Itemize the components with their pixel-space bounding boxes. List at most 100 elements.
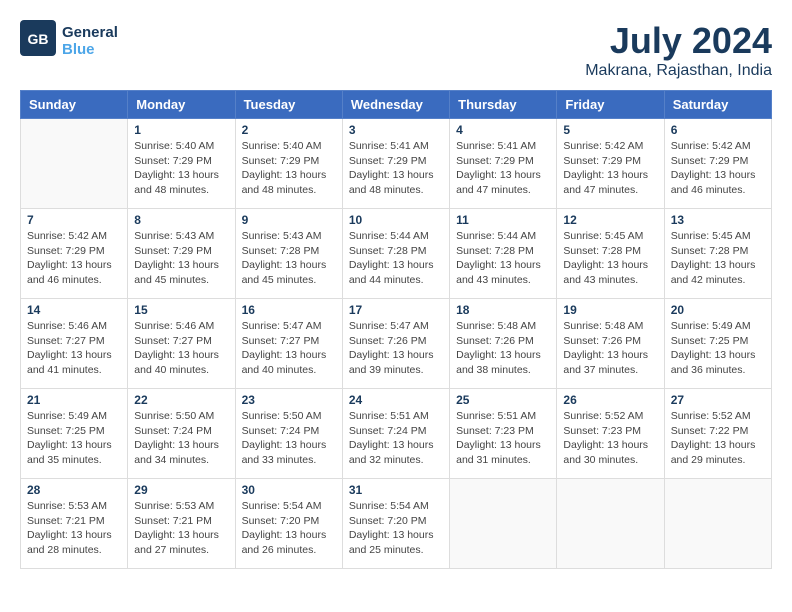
calendar-cell: 1 Sunrise: 5:40 AM Sunset: 7:29 PM Daylig… [128, 119, 235, 209]
calendar-cell: 6Sunrise: 5:42 AM Sunset: 7:29 PM Daylig… [664, 119, 771, 209]
day-number: 22 [134, 393, 228, 407]
day-number: 31 [349, 483, 443, 497]
calendar-cell [557, 479, 664, 569]
day-number: 18 [456, 303, 550, 317]
calendar-cell: 29 Sunrise: 5:53 AM Sunset: 7:21 PM Dayli… [128, 479, 235, 569]
day-number: 24 [349, 393, 443, 407]
day-number: 26 [563, 393, 657, 407]
day-detail: Sunrise: 5:54 AM Sunset: 7:20 PM Dayligh… [242, 499, 336, 558]
calendar-cell: 14 Sunrise: 5:46 AM Sunset: 7:27 PM Dayli… [21, 299, 128, 389]
calendar-cell: 5 Sunrise: 5:42 AM Sunset: 7:29 PM Daylig… [557, 119, 664, 209]
col-header-wednesday: Wednesday [342, 91, 449, 119]
calendar-cell: 12 Sunrise: 5:45 AM Sunset: 7:28 PM Dayli… [557, 209, 664, 299]
day-number: 11 [456, 213, 550, 227]
col-header-monday: Monday [128, 91, 235, 119]
calendar-title: July 2024 [585, 20, 772, 62]
calendar-cell: 31 Sunrise: 5:54 AM Sunset: 7:20 PM Dayli… [342, 479, 449, 569]
day-detail: Sunrise: 5:54 AM Sunset: 7:20 PM Dayligh… [349, 499, 443, 558]
calendar-subtitle: Makrana, Rajasthan, India [585, 62, 772, 80]
day-number: 3 [349, 123, 443, 137]
calendar-cell: 3 Sunrise: 5:41 AM Sunset: 7:29 PM Daylig… [342, 119, 449, 209]
day-detail: Sunrise: 5:41 AM Sunset: 7:29 PM Dayligh… [349, 139, 443, 198]
calendar-table: SundayMondayTuesdayWednesdayThursdayFrid… [20, 90, 772, 569]
day-detail: Sunrise: 5:53 AM Sunset: 7:21 PM Dayligh… [27, 499, 121, 558]
day-detail: Sunrise: 5:44 AM Sunset: 7:28 PM Dayligh… [349, 229, 443, 288]
calendar-cell: 2 Sunrise: 5:40 AM Sunset: 7:29 PM Daylig… [235, 119, 342, 209]
day-number: 28 [27, 483, 121, 497]
day-number: 1 [134, 123, 228, 137]
day-number: 2 [242, 123, 336, 137]
day-detail: Sunrise: 5:52 AM Sunset: 7:22 PM Dayligh… [671, 409, 765, 468]
day-detail: Sunrise: 5:40 AM Sunset: 7:29 PM Dayligh… [242, 139, 336, 198]
day-number: 10 [349, 213, 443, 227]
day-number: 23 [242, 393, 336, 407]
day-detail: Sunrise: 5:49 AM Sunset: 7:25 PM Dayligh… [671, 319, 765, 378]
week-row-5: 28 Sunrise: 5:53 AM Sunset: 7:21 PM Dayli… [21, 479, 772, 569]
calendar-cell: 9Sunrise: 5:43 AM Sunset: 7:28 PM Daylig… [235, 209, 342, 299]
day-number: 29 [134, 483, 228, 497]
calendar-cell: 4Sunrise: 5:41 AM Sunset: 7:29 PM Daylig… [450, 119, 557, 209]
week-row-1: 1 Sunrise: 5:40 AM Sunset: 7:29 PM Daylig… [21, 119, 772, 209]
calendar-cell: 25 Sunrise: 5:51 AM Sunset: 7:23 PM Dayli… [450, 389, 557, 479]
calendar-cell: 23Sunrise: 5:50 AM Sunset: 7:24 PM Dayli… [235, 389, 342, 479]
calendar-cell [450, 479, 557, 569]
day-detail: Sunrise: 5:45 AM Sunset: 7:28 PM Dayligh… [563, 229, 657, 288]
calendar-cell: 27Sunrise: 5:52 AM Sunset: 7:22 PM Dayli… [664, 389, 771, 479]
calendar-header-row: SundayMondayTuesdayWednesdayThursdayFrid… [21, 91, 772, 119]
day-detail: Sunrise: 5:40 AM Sunset: 7:29 PM Dayligh… [134, 139, 228, 198]
day-detail: Sunrise: 5:46 AM Sunset: 7:27 PM Dayligh… [27, 319, 121, 378]
week-row-3: 14 Sunrise: 5:46 AM Sunset: 7:27 PM Dayli… [21, 299, 772, 389]
day-detail: Sunrise: 5:52 AM Sunset: 7:23 PM Dayligh… [563, 409, 657, 468]
calendar-cell: 15 Sunrise: 5:46 AM Sunset: 7:27 PM Dayli… [128, 299, 235, 389]
day-number: 13 [671, 213, 765, 227]
calendar-cell: 26 Sunrise: 5:52 AM Sunset: 7:23 PM Dayli… [557, 389, 664, 479]
day-detail: Sunrise: 5:49 AM Sunset: 7:25 PM Dayligh… [27, 409, 121, 468]
col-header-tuesday: Tuesday [235, 91, 342, 119]
calendar-cell: 8Sunrise: 5:43 AM Sunset: 7:29 PM Daylig… [128, 209, 235, 299]
day-detail: Sunrise: 5:47 AM Sunset: 7:26 PM Dayligh… [349, 319, 443, 378]
week-row-4: 21 Sunrise: 5:49 AM Sunset: 7:25 PM Dayli… [21, 389, 772, 479]
day-detail: Sunrise: 5:51 AM Sunset: 7:24 PM Dayligh… [349, 409, 443, 468]
day-number: 25 [456, 393, 550, 407]
week-row-2: 7 Sunrise: 5:42 AM Sunset: 7:29 PM Daylig… [21, 209, 772, 299]
calendar-cell: 17 Sunrise: 5:47 AM Sunset: 7:26 PM Dayli… [342, 299, 449, 389]
col-header-thursday: Thursday [450, 91, 557, 119]
day-detail: Sunrise: 5:51 AM Sunset: 7:23 PM Dayligh… [456, 409, 550, 468]
day-number: 14 [27, 303, 121, 317]
day-number: 19 [563, 303, 657, 317]
calendar-cell: 10 Sunrise: 5:44 AM Sunset: 7:28 PM Dayli… [342, 209, 449, 299]
day-number: 15 [134, 303, 228, 317]
day-detail: Sunrise: 5:53 AM Sunset: 7:21 PM Dayligh… [134, 499, 228, 558]
day-number: 17 [349, 303, 443, 317]
day-number: 5 [563, 123, 657, 137]
col-header-friday: Friday [557, 91, 664, 119]
day-detail: Sunrise: 5:47 AM Sunset: 7:27 PM Dayligh… [242, 319, 336, 378]
day-detail: Sunrise: 5:41 AM Sunset: 7:29 PM Dayligh… [456, 139, 550, 198]
col-header-saturday: Saturday [664, 91, 771, 119]
day-number: 8 [134, 213, 228, 227]
calendar-cell: 28 Sunrise: 5:53 AM Sunset: 7:21 PM Dayli… [21, 479, 128, 569]
title-block: July 2024 Makrana, Rajasthan, India [585, 20, 772, 80]
calendar-cell: 18 Sunrise: 5:48 AM Sunset: 7:26 PM Dayli… [450, 299, 557, 389]
calendar-cell [664, 479, 771, 569]
calendar-cell: 22Sunrise: 5:50 AM Sunset: 7:24 PM Dayli… [128, 389, 235, 479]
day-number: 20 [671, 303, 765, 317]
day-detail: Sunrise: 5:42 AM Sunset: 7:29 PM Dayligh… [27, 229, 121, 288]
day-detail: Sunrise: 5:48 AM Sunset: 7:26 PM Dayligh… [563, 319, 657, 378]
day-detail: Sunrise: 5:46 AM Sunset: 7:27 PM Dayligh… [134, 319, 228, 378]
day-detail: Sunrise: 5:48 AM Sunset: 7:26 PM Dayligh… [456, 319, 550, 378]
calendar-cell: 13Sunrise: 5:45 AM Sunset: 7:28 PM Dayli… [664, 209, 771, 299]
logo: GB General Blue [20, 20, 118, 61]
svg-text:GB: GB [28, 31, 49, 47]
day-number: 12 [563, 213, 657, 227]
day-number: 21 [27, 393, 121, 407]
calendar-cell: 7 Sunrise: 5:42 AM Sunset: 7:29 PM Daylig… [21, 209, 128, 299]
logo-text-line2: Blue [62, 41, 118, 58]
col-header-sunday: Sunday [21, 91, 128, 119]
day-detail: Sunrise: 5:42 AM Sunset: 7:29 PM Dayligh… [563, 139, 657, 198]
day-number: 7 [27, 213, 121, 227]
calendar-cell [21, 119, 128, 209]
day-detail: Sunrise: 5:44 AM Sunset: 7:28 PM Dayligh… [456, 229, 550, 288]
calendar-cell: 20 Sunrise: 5:49 AM Sunset: 7:25 PM Dayli… [664, 299, 771, 389]
calendar-cell: 19 Sunrise: 5:48 AM Sunset: 7:26 PM Dayli… [557, 299, 664, 389]
